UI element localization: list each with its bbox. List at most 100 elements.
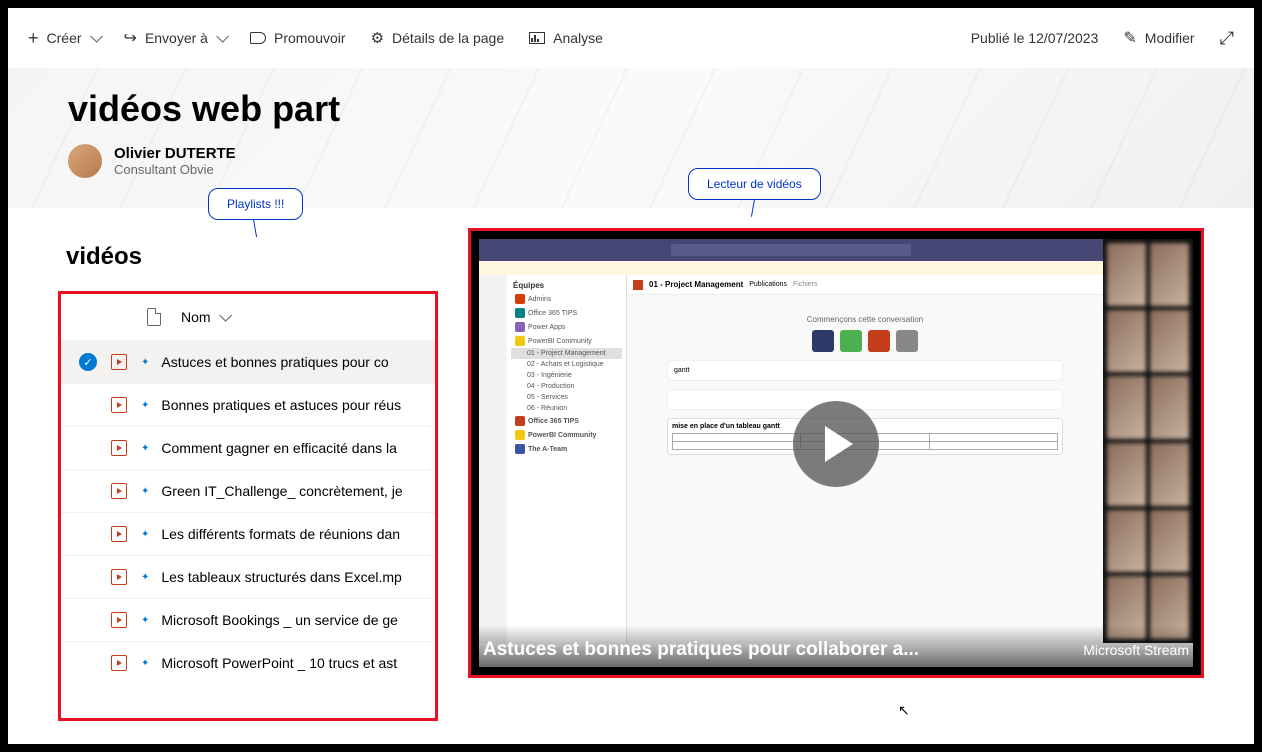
teams-banner xyxy=(479,261,1103,275)
item-name: Les tableaux structurés dans Excel.mp xyxy=(161,569,401,585)
sb-channel: 04 - Production xyxy=(511,381,622,392)
item-name: Microsoft PowerPoint _ 10 trucs et ast xyxy=(161,655,397,671)
start-conversation: Commençons cette conversation xyxy=(627,295,1103,330)
toolbar: Créer Envoyer à Promouvoir Détails de la… xyxy=(8,8,1254,68)
check-icon: ✓ xyxy=(79,353,97,371)
tab-files: Fichiers xyxy=(793,281,818,288)
share-icon xyxy=(124,28,137,48)
sb-team: Power Apps xyxy=(511,320,622,334)
new-marker-icon: ✦ xyxy=(141,486,147,497)
doc-type-icon xyxy=(147,308,161,326)
content-area: Playlists !!! vidéos Nom ✓✦Astuces et bo… xyxy=(8,208,1254,741)
teams-titlebar xyxy=(479,239,1103,261)
callout-playlist-text: Playlists !!! xyxy=(227,197,284,211)
sb-channel: 06 - Réunion xyxy=(511,403,622,414)
page-title: vidéos web part xyxy=(68,68,1194,130)
new-marker-icon: ✦ xyxy=(141,529,147,540)
analytics-button[interactable]: Analyse xyxy=(529,30,603,46)
playlist-webpart: Nom ✓ ✦ Astuces et bonnes pratiques pour c… xyxy=(58,291,438,721)
chevron-down-icon xyxy=(90,30,99,46)
sb-powerbi: PowerBI Community xyxy=(511,428,622,442)
video-brand: Microsoft Stream xyxy=(1083,642,1189,658)
item-name: Les différents formats de réunions dan xyxy=(161,526,400,542)
teams-equipes-label: Équipes xyxy=(511,279,622,292)
hero-section: vidéos web part Olivier DUTERTE Consulta… xyxy=(8,68,1254,208)
item-name: Astuces et bonnes pratiques pour co xyxy=(161,354,388,370)
video-icon xyxy=(111,612,127,628)
list-item[interactable]: ✓ ✦ Astuces et bonnes pratiques pour co xyxy=(61,340,435,383)
play-button[interactable] xyxy=(793,401,879,487)
create-label: Créer xyxy=(47,30,82,46)
name-column-header[interactable]: Nom xyxy=(181,309,228,325)
list-item[interactable]: ✓✦Les tableaux structurés dans Excel.mp xyxy=(61,555,435,598)
avatar xyxy=(68,144,102,178)
message-2 xyxy=(667,389,1063,410)
teams-sidebar: Équipes AdminsOffice 365 TIPSPower AppsP… xyxy=(507,275,627,643)
item-name: Bonnes pratiques et astuces pour réus xyxy=(161,397,401,413)
callout-playlist: Playlists !!! xyxy=(208,188,303,220)
analytics-icon xyxy=(529,32,545,44)
left-column: Playlists !!! vidéos Nom ✓✦Astuces et bo… xyxy=(58,228,438,721)
published-date: Publié le 12/07/2023 xyxy=(971,30,1099,46)
channel-icon xyxy=(633,280,643,290)
caption-bar: Astuces et bonnes pratiques pour collabo… xyxy=(471,625,1201,675)
sb-channel: 02 - Achats et Logistique xyxy=(511,359,622,370)
sb-channel: 03 - Ingénierie xyxy=(511,370,622,381)
author-block: Olivier DUTERTE Consultant Obvie xyxy=(68,144,1194,178)
send-to-label: Envoyer à xyxy=(145,30,208,46)
mouse-cursor: ↖ xyxy=(898,702,910,719)
pencil-icon xyxy=(1123,28,1136,48)
new-marker-icon: ✦ xyxy=(141,357,147,368)
chevron-down-icon xyxy=(216,30,225,46)
promote-button[interactable]: Promouvoir xyxy=(250,30,346,46)
sb-channel: 01 - Project Management xyxy=(511,348,622,359)
callout-player-text: Lecteur de vidéos xyxy=(707,177,802,191)
item-name: Microsoft Bookings _ un service de ge xyxy=(161,612,398,628)
sb-team: Office 365 TIPS xyxy=(511,306,622,320)
list-item[interactable]: ✓✦Les différents formats de réunions dan xyxy=(61,512,435,555)
video-icon xyxy=(111,526,127,542)
participants-strip xyxy=(1103,239,1193,643)
modify-button[interactable]: Modifier xyxy=(1123,28,1194,48)
list-item[interactable]: ✓✦Green IT_Challenge_ concrètement, je xyxy=(61,469,435,512)
list-item[interactable]: ✓✦Microsoft PowerPoint _ 10 trucs et ast xyxy=(61,641,435,684)
chevron-down-icon xyxy=(219,309,228,325)
list-item[interactable]: ✓✦Comment gagner en efficacité dans la xyxy=(61,426,435,469)
video-icon xyxy=(111,569,127,585)
video-icon xyxy=(111,483,127,499)
video-icon xyxy=(111,397,127,413)
create-button[interactable]: Créer xyxy=(28,28,99,49)
promote-label: Promouvoir xyxy=(274,30,346,46)
video-icon xyxy=(111,655,127,671)
callout-player: Lecteur de vidéos xyxy=(688,168,821,200)
list-item[interactable]: ✓✦Microsoft Bookings _ un service de ge xyxy=(61,598,435,641)
send-to-button[interactable]: Envoyer à xyxy=(124,28,225,48)
page-details-button[interactable]: Détails de la page xyxy=(371,29,505,47)
plus-icon xyxy=(28,28,39,49)
tiles xyxy=(627,330,1103,352)
modify-label: Modifier xyxy=(1145,30,1195,46)
video-icon xyxy=(111,440,127,456)
sb-team: PowerBI Community xyxy=(511,334,622,348)
new-marker-icon: ✦ xyxy=(141,572,147,583)
megaphone-icon xyxy=(250,32,266,44)
list-item[interactable]: ✓✦Bonnes pratiques et astuces pour réus xyxy=(61,383,435,426)
teams-leftbar xyxy=(479,275,507,643)
expand-button[interactable] xyxy=(1220,28,1234,49)
sb-ateam: The A-Team xyxy=(511,442,622,456)
page-details-label: Détails de la page xyxy=(392,30,504,46)
new-marker-icon: ✦ xyxy=(141,443,147,454)
expand-icon xyxy=(1220,28,1234,49)
gear-icon xyxy=(371,29,384,47)
item-name: Green IT_Challenge_ concrètement, je xyxy=(161,483,402,499)
name-column-label: Nom xyxy=(181,309,211,325)
new-marker-icon: ✦ xyxy=(141,658,147,669)
video-title: Astuces et bonnes pratiques pour collabo… xyxy=(483,639,1083,661)
video-icon xyxy=(111,354,127,370)
new-marker-icon: ✦ xyxy=(141,400,147,411)
message-1: gantt xyxy=(667,360,1063,381)
sb-channel: 05 - Services xyxy=(511,392,622,403)
channel-name: 01 - Project Management xyxy=(649,280,743,289)
sb-team: Admins xyxy=(511,292,622,306)
author-name: Olivier DUTERTE xyxy=(114,145,236,162)
